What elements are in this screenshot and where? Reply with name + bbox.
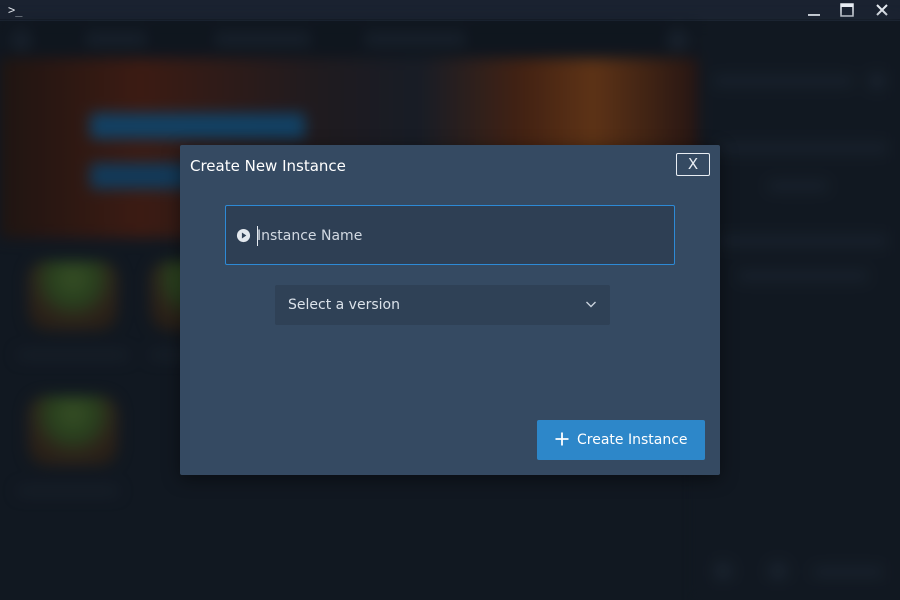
create-instance-label: Create Instance (577, 432, 688, 448)
dialog-title: Create New Instance (190, 157, 346, 175)
version-select-value: Select a version (288, 297, 400, 313)
create-instance-button[interactable]: Create Instance (537, 420, 705, 460)
instance-name-input[interactable] (257, 224, 657, 248)
play-circle-icon (236, 228, 251, 243)
maximize-button[interactable] (830, 0, 864, 20)
create-instance-dialog: Create New Instance X Select a version C… (180, 145, 720, 475)
chevron-down-icon (586, 301, 596, 308)
close-window-button[interactable] (865, 0, 899, 20)
window-titlebar: >_ (0, 0, 900, 20)
plus-icon (555, 432, 569, 446)
close-dialog-button[interactable]: X (676, 153, 710, 176)
instance-name-field[interactable] (225, 205, 675, 265)
minimize-button[interactable] (797, 0, 831, 20)
close-icon: X (687, 155, 699, 173)
terminal-icon: >_ (8, 3, 23, 17)
version-select[interactable]: Select a version (275, 285, 610, 325)
